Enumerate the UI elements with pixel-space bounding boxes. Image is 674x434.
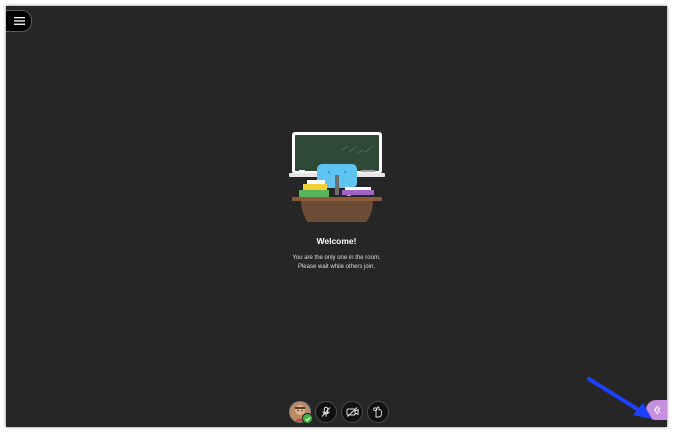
chevron-left-icon: [653, 405, 661, 415]
camera-off-icon: [346, 407, 358, 417]
session-controls: [289, 401, 389, 424]
session-menu-button[interactable]: [6, 10, 32, 32]
hamburger-menu-icon: [13, 17, 25, 25]
microphone-toggle-button[interactable]: [315, 401, 337, 423]
collaborate-panel-toggle-button[interactable]: [646, 400, 667, 420]
welcome-panel: Welcome! You are the only one in the roo…: [6, 130, 667, 272]
welcome-message-line-2: Please wait while others join.: [297, 264, 376, 270]
camera-toggle-button[interactable]: [341, 401, 363, 423]
my-status-avatar-button[interactable]: [289, 401, 313, 424]
welcome-title: Welcome!: [316, 236, 357, 246]
raise-hand-icon: [373, 406, 382, 418]
raise-hand-button[interactable]: [367, 401, 389, 423]
classroom-illustration: [288, 132, 385, 222]
welcome-message-line-1: You are the only one in the room.: [292, 255, 381, 261]
microphone-off-icon: [321, 406, 331, 417]
status-indicator: [302, 413, 313, 424]
session-window: Welcome! You are the only one in the roo…: [6, 6, 667, 427]
checkmark-icon: [304, 416, 311, 421]
